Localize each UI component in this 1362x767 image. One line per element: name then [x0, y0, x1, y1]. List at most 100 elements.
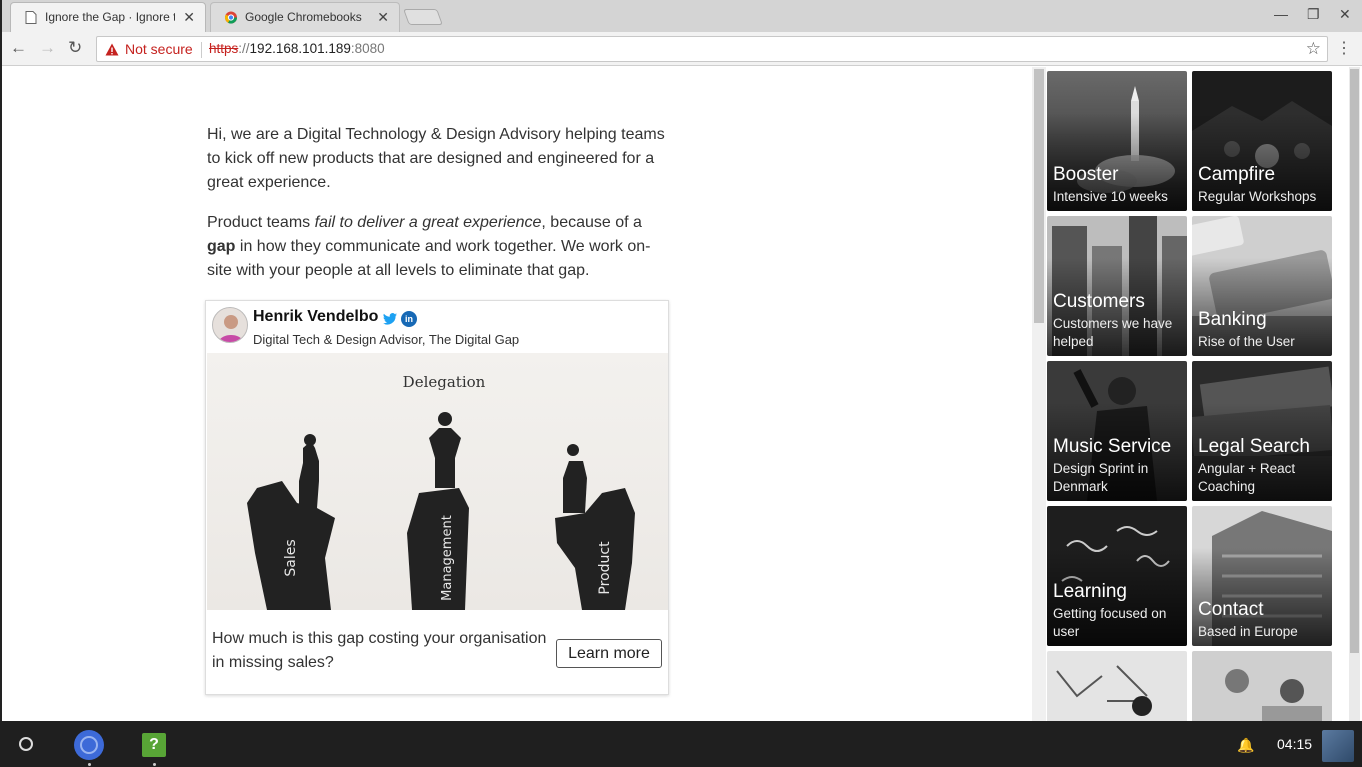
page-viewport: Hi, we are a Digital Technology & Design… [2, 67, 1362, 721]
strong-text: gap [207, 238, 236, 255]
reload-icon[interactable]: ↻ [68, 38, 82, 58]
launcher-icon[interactable] [19, 737, 33, 751]
tile-subtitle: Angular + React Coaching [1198, 461, 1296, 494]
avatar-image [213, 308, 247, 342]
author-role: Digital Tech & Design Advisor, The Digit… [253, 332, 520, 347]
warning-icon [105, 43, 119, 56]
url-scheme: https [209, 41, 239, 56]
minimize-icon[interactable]: — [1274, 6, 1288, 22]
tiles-scrollbar[interactable] [1349, 67, 1360, 721]
page-scrollbar[interactable] [1032, 67, 1046, 721]
address-bar[interactable]: Not secure https://192.168.101.189:8080 … [96, 36, 1328, 62]
url-text[interactable]: https://192.168.101.189:8080 [209, 41, 385, 56]
emphasis-text: fail to deliver a great experience [314, 214, 542, 231]
product-label: Product [597, 541, 613, 595]
running-indicator [153, 763, 156, 766]
intro-paragraph: Hi, we are a Digital Technology & Design… [207, 126, 665, 191]
tile-caption: Banking Rise of the User [1198, 308, 1328, 351]
tile-title: Contact [1198, 599, 1264, 620]
intro-section: Hi, we are a Digital Technology & Design… [207, 123, 669, 299]
tile-subtitle: Regular Workshops [1198, 189, 1317, 204]
tile-subtitle: Design Sprint in Denmark [1053, 461, 1149, 494]
not-secure-label[interactable]: Not secure [125, 41, 193, 57]
menu-icon[interactable]: ⋮ [1336, 38, 1352, 58]
tile-music-service[interactable]: Music Service Design Sprint in Denmark [1047, 361, 1187, 501]
tile-workshop[interactable] [1047, 651, 1187, 721]
url-host: 192.168.101.189 [249, 41, 351, 56]
author-name[interactable]: Henrik Vendelbo [253, 308, 378, 326]
help-app-icon[interactable]: ? [142, 733, 166, 757]
tile-subtitle: Customers we have helped [1053, 316, 1173, 349]
browser-toolbar: ← → ↻ Not secure https://192.168.101.189… [2, 32, 1362, 66]
tile-booster[interactable]: Booster Intensive 10 weeks [1047, 71, 1187, 211]
tile-subtitle: Intensive 10 weeks [1053, 189, 1168, 204]
twitter-icon[interactable] [382, 311, 398, 327]
close-window-icon[interactable]: ✕ [1339, 6, 1351, 23]
tile-subtitle: Getting focused on user [1053, 606, 1167, 639]
tile-learning[interactable]: Learning Getting focused on user [1047, 506, 1187, 646]
system-clock[interactable]: 04:15 [1277, 736, 1312, 752]
text-run: in how they communicate and work togethe… [207, 238, 651, 279]
tile-caption: Contact Based in Europe [1198, 598, 1328, 641]
learn-more-button[interactable]: Learn more [556, 639, 662, 668]
author-card: Henrik Vendelbo in Digital Tech & Design… [205, 300, 669, 695]
cliffs-illustration: Delegation Sales Management Product [247, 373, 635, 610]
tile-title: Banking [1198, 309, 1267, 330]
user-avatar[interactable] [1322, 730, 1354, 762]
tile-banking[interactable]: Banking Rise of the User [1192, 216, 1332, 356]
tile-title: Campfire [1198, 164, 1276, 185]
back-icon[interactable]: ← [10, 38, 27, 58]
tile-campfire[interactable]: Campfire Regular Workshops [1192, 71, 1332, 211]
chrome-app-icon[interactable] [74, 730, 104, 760]
tile-image [1047, 651, 1187, 721]
browser-window: Ignore the Gap · Ignore the ✕ Google Chr… [2, 0, 1362, 721]
tile-caption: Customers Customers we have helped [1053, 290, 1183, 351]
tile-caption: Booster Intensive 10 weeks [1053, 163, 1183, 206]
running-indicator [88, 763, 91, 766]
tab-title: Ignore the Gap · Ignore the [45, 10, 175, 24]
sales-label: Sales [283, 539, 299, 576]
tile-title: Legal Search [1198, 436, 1310, 457]
tile-contact[interactable]: Contact Based in Europe [1192, 506, 1332, 646]
tab-google-chromebooks[interactable]: Google Chromebooks ✕ [210, 2, 400, 32]
tile-title: Music Service [1053, 436, 1172, 457]
tile-title: Learning [1053, 581, 1127, 602]
tile-customers[interactable]: Customers Customers we have helped [1047, 216, 1187, 356]
close-icon[interactable]: ✕ [377, 3, 389, 31]
text-run: , because of a [541, 214, 642, 231]
tiles-scroll-thumb[interactable] [1350, 69, 1359, 653]
tile-image [1192, 651, 1332, 721]
tile-caption: Legal Search Angular + React Coaching [1198, 435, 1328, 496]
page-scroll-thumb[interactable] [1034, 69, 1044, 323]
tile-title: Customers [1053, 291, 1145, 312]
tile-lab[interactable] [1192, 651, 1332, 721]
new-tab-button[interactable] [403, 9, 443, 25]
tab-title: Google Chromebooks [245, 10, 362, 24]
close-icon[interactable]: ✕ [183, 3, 195, 31]
url-port: :8080 [350, 41, 385, 56]
tile-subtitle: Rise of the User [1198, 334, 1295, 349]
management-label: Management [440, 515, 455, 601]
os-shelf: ? 🔔 04:15 [0, 721, 1362, 767]
linkedin-icon[interactable]: in [401, 311, 417, 327]
chrome-logo [76, 732, 102, 758]
tile-caption: Learning Getting focused on user [1053, 580, 1183, 641]
gap-paragraph: Product teams fail to deliver a great ex… [207, 211, 669, 283]
url-separator: :// [238, 41, 250, 56]
tile-legal-search[interactable]: Legal Search Angular + React Coaching [1192, 361, 1332, 501]
forward-icon[interactable]: → [39, 38, 56, 58]
tile-subtitle: Based in Europe [1198, 624, 1298, 639]
delegation-label: Delegation [403, 373, 486, 391]
restore-icon[interactable]: ❐ [1307, 6, 1320, 23]
tab-strip: Ignore the Gap · Ignore the ✕ Google Chr… [2, 0, 1362, 32]
chrome-icon [225, 11, 237, 24]
bookmark-star-icon[interactable]: ☆ [1306, 39, 1321, 59]
delegation-illustration: Delegation Sales Management Product [207, 353, 668, 610]
tile-caption: Campfire Regular Workshops [1198, 163, 1328, 206]
tile-title: Booster [1053, 164, 1119, 185]
notification-bell-icon[interactable]: 🔔 [1237, 737, 1254, 754]
gap-question: How much is this gap costing your organi… [212, 630, 547, 671]
tab-ignore-the-gap[interactable]: Ignore the Gap · Ignore the ✕ [10, 2, 206, 32]
text-run: Product teams [207, 214, 315, 231]
author-avatar[interactable] [212, 307, 248, 343]
